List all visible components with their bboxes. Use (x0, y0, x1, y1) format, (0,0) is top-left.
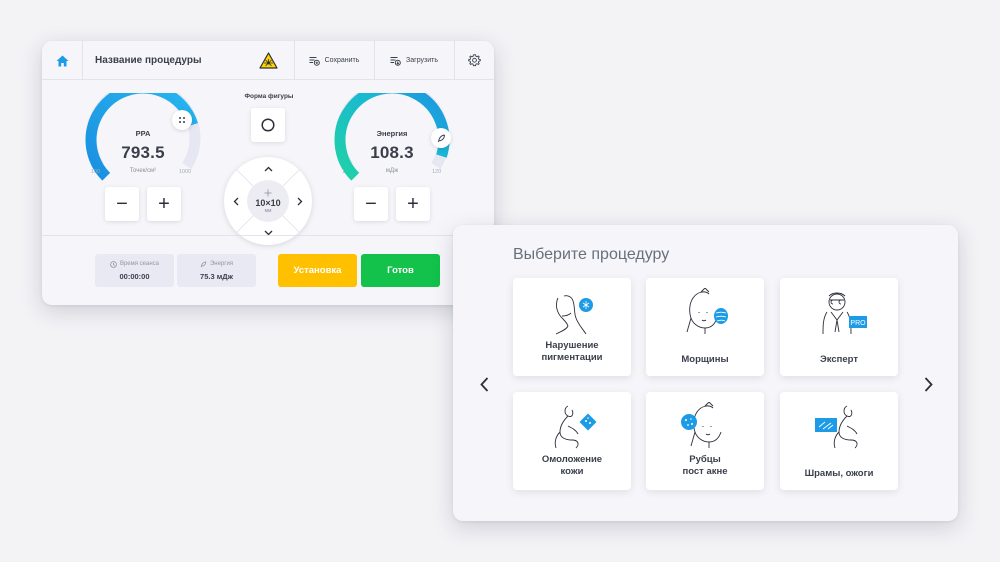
session-time-value: 00:00:00 (119, 271, 150, 281)
energy-min: 1 (342, 169, 346, 175)
dpad-right-button[interactable] (291, 192, 309, 210)
ppa-min: 100 (91, 169, 101, 175)
ppa-gauge[interactable]: PPA 793.5 Точек/см² 100 1000 (83, 93, 203, 183)
feather-icon (437, 134, 445, 142)
session-time-box: Время сеанса 00:00:00 (95, 254, 174, 287)
procedure-card-scars-burns[interactable]: Шрамы, ожоги (780, 392, 898, 490)
laser-warning-icon (258, 52, 278, 69)
energy-gauge[interactable]: Энергия 108.3 мДж 1 120 (332, 93, 452, 183)
acne-scars-icon (681, 402, 722, 448)
expert-pro-icon: PRO (822, 292, 867, 335)
procedure-card-expert[interactable]: PRO Эксперт (780, 278, 898, 376)
chevron-right-icon (924, 376, 933, 392)
procedure-card-label: Шрамы, ожоги (804, 468, 874, 479)
procedure-card-acne-scars[interactable]: Рубцы пост акне (646, 392, 764, 490)
chevron-up-icon (264, 166, 272, 172)
procedure-card-pigmentation[interactable]: Нарушение пигментации (513, 278, 631, 376)
session-energy-box: Энергия 75.3 мДж (177, 254, 256, 287)
settings-button[interactable] (454, 41, 494, 80)
shape-select-button[interactable] (251, 108, 285, 142)
procedure-card-label: Морщины (681, 354, 729, 365)
gear-icon (467, 54, 481, 67)
shape-caption: Форма фигуры (244, 93, 294, 100)
shape-size-value: 10×10 (255, 197, 281, 208)
home-button[interactable] (42, 41, 82, 80)
save-label: Сохранить (324, 57, 360, 64)
chevron-right-icon (297, 197, 303, 205)
prev-page-button[interactable] (474, 372, 494, 396)
clock-icon (110, 260, 117, 268)
dpad-left-button[interactable] (227, 192, 245, 210)
procedure-control-panel: Название процедуры Сохранить Загрузить P… (42, 41, 494, 305)
session-energy-title-text: Энергия (209, 261, 234, 267)
shape-size-unit: мм (264, 207, 272, 214)
procedure-card-wrinkles[interactable]: Морщины (646, 278, 764, 376)
rejuvenation-icon (554, 405, 597, 449)
pro-badge-text: PRO (850, 320, 866, 327)
setup-button[interactable]: Установка (278, 254, 357, 287)
dpad-down-button[interactable] (259, 224, 277, 242)
ppa-increase-button[interactable]: + (147, 187, 181, 221)
load-icon (390, 56, 401, 66)
load-button[interactable]: Загрузить (374, 41, 454, 80)
session-energy-title: Энергия (200, 260, 234, 268)
chooser-title: Выберите процедуру (513, 246, 670, 263)
session-time-title: Время сеанса (110, 260, 160, 268)
energy-max: 120 (432, 169, 442, 175)
procedure-title-text: Название процедуры (95, 55, 202, 66)
save-button[interactable]: Сохранить (294, 41, 374, 80)
size-dpad: 10×10 мм (224, 157, 312, 245)
session-energy-value: 75.3 мДж (200, 271, 233, 281)
ready-button[interactable]: Готов (361, 254, 440, 287)
grid-dots-icon (179, 117, 185, 123)
chevron-left-icon (233, 197, 239, 205)
dpad-up-button[interactable] (259, 160, 277, 178)
dpad-center: 10×10 мм (247, 180, 289, 222)
ppa-max: 1000 (179, 169, 192, 175)
panel-divider (42, 235, 494, 236)
ppa-label: PPA (135, 129, 151, 138)
ppa-decrease-button[interactable]: − (105, 187, 139, 221)
pigmentation-icon (555, 295, 593, 335)
laser-warning (256, 41, 280, 80)
procedure-card-label: Нарушение пигментации (541, 340, 603, 363)
ppa-badge[interactable] (172, 110, 192, 130)
home-icon (56, 55, 68, 66)
wrinkles-icon (686, 288, 728, 334)
procedure-card-label: Рубцы пост акне (682, 454, 728, 477)
top-bar: Название процедуры Сохранить Загрузить (42, 41, 494, 80)
procedure-card-rejuvenation[interactable]: Омоложение кожи (513, 392, 631, 490)
circle-shape-icon (261, 118, 275, 132)
energy-decrease-button[interactable]: − (354, 187, 388, 221)
procedure-chooser-panel: Выберите процедуру Нарушение пигментации… (453, 225, 958, 521)
energy-increase-button[interactable]: + (396, 187, 430, 221)
move-cross-icon (264, 189, 272, 196)
ppa-value: 793.5 (121, 143, 165, 162)
energy-badge[interactable] (431, 128, 451, 148)
next-page-button[interactable] (918, 372, 938, 396)
feather-small-icon (200, 260, 207, 267)
procedure-card-label: Омоложение кожи (541, 454, 603, 477)
save-icon (309, 56, 320, 66)
scars-burns-icon (815, 405, 858, 449)
procedure-card-label: Эксперт (819, 354, 859, 365)
chevron-left-icon (479, 376, 488, 392)
session-time-title-text: Время сеанса (119, 261, 160, 267)
load-label: Загрузить (406, 57, 438, 64)
